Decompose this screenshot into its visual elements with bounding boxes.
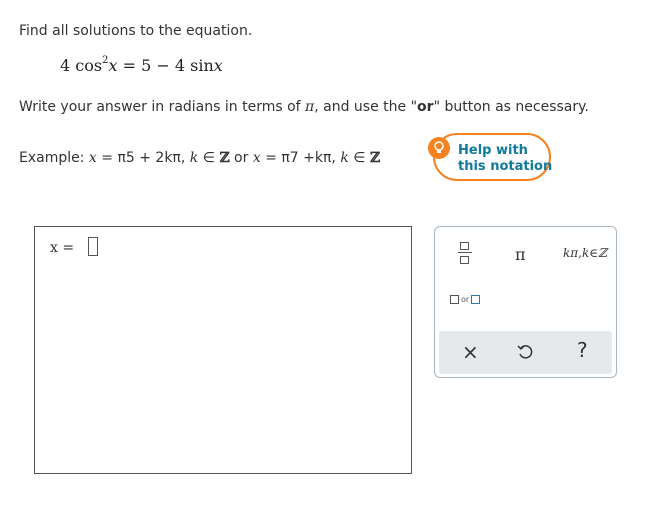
fraction-denominator-box xyxy=(460,256,469,264)
help-line1: Help with xyxy=(458,143,528,158)
example-rhs1: π5 + 2kπ, xyxy=(117,150,190,166)
lightbulb-icon xyxy=(428,137,450,159)
pi-button[interactable]: π xyxy=(515,245,526,264)
example-k2: k xyxy=(340,150,349,166)
or-label: or xyxy=(461,295,470,304)
instructions: Write your answer in radians in terms of… xyxy=(19,99,589,115)
example-x2: x xyxy=(252,150,261,166)
instructions-pi: π xyxy=(305,99,315,115)
fraction-numerator-box xyxy=(460,242,469,250)
example-k1: k xyxy=(189,150,199,166)
equation-rhs-var: x xyxy=(213,56,223,75)
equation-func: cos xyxy=(75,56,103,75)
example-z1: ℤ xyxy=(219,150,230,166)
question-prompt: Find all solutions to the equation. xyxy=(19,23,253,39)
example-eq1: = xyxy=(96,150,118,166)
instructions-or: or xyxy=(417,99,434,115)
equation-coef: 4 xyxy=(60,56,71,75)
help-button[interactable]: ? xyxy=(577,338,588,362)
equation-exponent: 2 xyxy=(102,54,109,66)
or-left-box xyxy=(450,295,459,304)
example-line: Example: x = π5 + 2kπ, k ∈ ℤ or x = π7 +… xyxy=(19,150,380,166)
equation-rhs: = 5 − 4 sin xyxy=(122,56,214,75)
or-right-box xyxy=(471,295,481,304)
equation-var: x xyxy=(108,56,118,75)
or-button[interactable]: or xyxy=(450,295,481,304)
instructions-post: " button as necessary. xyxy=(433,99,589,115)
undo-icon[interactable] xyxy=(516,342,534,360)
fraction-bar xyxy=(458,252,472,253)
clear-button[interactable]: × xyxy=(462,340,479,364)
instructions-pre: Write your answer in radians in terms of xyxy=(19,99,306,115)
kpi-button[interactable]: kπ,k∈ℤ xyxy=(563,246,607,260)
example-rhs2: π7 +kπ, xyxy=(281,150,341,166)
help-notation-label[interactable]: Help with this notation xyxy=(458,143,552,175)
equation: 4 cos2x = 5 − 4 sinx xyxy=(60,54,223,75)
help-line2: this notation xyxy=(458,159,553,174)
example-in2: ∈ xyxy=(348,150,370,166)
example-z2: ℤ xyxy=(369,150,381,166)
fraction-button[interactable] xyxy=(458,240,472,266)
answer-area[interactable] xyxy=(34,226,412,474)
example-or: or xyxy=(229,150,253,166)
example-eq2: = xyxy=(260,150,282,166)
example-in1: ∈ xyxy=(198,150,220,166)
example-label: Example: xyxy=(19,150,89,166)
instructions-mid: , and use the " xyxy=(314,99,418,115)
answer-prefix: x = xyxy=(50,240,75,256)
answer-input[interactable] xyxy=(88,237,98,256)
example-x1: x xyxy=(88,150,97,166)
